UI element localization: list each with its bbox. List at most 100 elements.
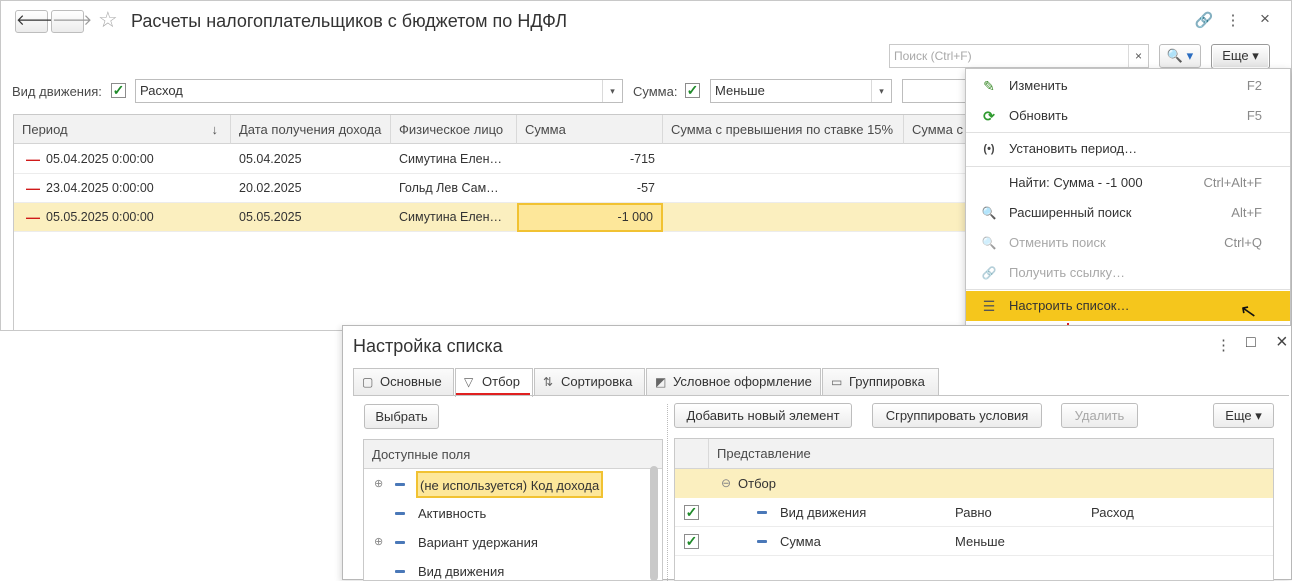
filter-row[interactable]: ✓ Вид движения Равно Расход (675, 498, 1273, 527)
tab-label: Основные (380, 374, 442, 389)
filter-icon: ▽ (464, 375, 474, 389)
filter-operator[interactable]: Меньше (955, 527, 1005, 556)
field-label: Активность (418, 506, 487, 521)
tab-sort[interactable]: ⇅ Сортировка (534, 368, 645, 395)
fields-scrollbar[interactable] (650, 466, 658, 581)
chevron-down-icon[interactable]: ▾ (871, 80, 891, 102)
field-icon (395, 570, 405, 573)
sum-value-field[interactable] (902, 79, 972, 103)
cell-period: 05.04.2025 0:00:00 (46, 152, 154, 166)
sort-descending-icon: ↓ (211, 122, 219, 137)
link-icon[interactable]: 🔗 (1194, 11, 1214, 29)
collapse-icon[interactable]: ⊖ (721, 469, 731, 498)
pencil-icon: ✎ (983, 78, 995, 94)
table-row[interactable]: — 05.04.2025 0:00:00 05.04.2025 Симутина… (14, 145, 1004, 174)
menu-item-shortcut: Ctrl+Q (1224, 235, 1262, 250)
document-icon: ▢ (362, 375, 374, 389)
column-header-period[interactable]: Период ↓ (14, 115, 231, 144)
presentation-column-header: Представление (717, 446, 811, 461)
menu-item-cancel-search[interactable]: 🔍 Отменить поиск Ctrl+Q (966, 228, 1290, 258)
expand-icon[interactable]: ⊕ (374, 470, 383, 499)
menu-item-set-period[interactable]: (•) Установить период… (966, 134, 1290, 164)
column-header-sum-15[interactable]: Сумма с превышения по ставке 15% (663, 115, 904, 144)
search-field[interactable]: × (889, 44, 1149, 68)
close-icon[interactable]: × (1276, 331, 1288, 354)
period-icon: (•) (983, 143, 995, 155)
pane-splitter[interactable] (667, 404, 668, 581)
column-header-person[interactable]: Физическое лицо (391, 115, 517, 144)
sum-checkbox[interactable]: ✓ (685, 83, 700, 98)
search-clear-icon[interactable]: × (1128, 45, 1148, 67)
table-row[interactable]: — 23.04.2025 0:00:00 20.02.2025 Гольд Ле… (14, 174, 1004, 203)
tab-grouping[interactable]: ▭ Группировка (822, 368, 939, 395)
filter-group-row[interactable]: ⊖ Отбор (675, 469, 1273, 498)
field-icon (757, 511, 767, 514)
tab-label: Сортировка (561, 374, 633, 389)
records-table: Период ↓ Дата получения дохода Физическо… (13, 114, 1004, 331)
cell-income-date: 05.04.2025 (239, 152, 302, 166)
menu-item-shortcut: F2 (1246, 78, 1262, 93)
menu-item-label: Изменить (1009, 78, 1068, 93)
add-element-button[interactable]: Добавить новый элемент (674, 403, 852, 428)
menu-item-shortcut: Ctrl+Alt+F (1203, 175, 1262, 190)
favorite-star-icon[interactable]: ☆ (98, 7, 118, 33)
tab-label: Условное оформление (673, 374, 812, 389)
tab-conditional-format[interactable]: ◩ Условное оформление (646, 368, 821, 395)
select-button[interactable]: Выбрать (364, 404, 439, 429)
chevron-down-icon[interactable]: ▾ (602, 80, 622, 102)
search-button[interactable]: 🔍 ▾ (1159, 44, 1201, 68)
back-button[interactable]: 🡐 (15, 10, 56, 33)
menu-divider (966, 166, 1290, 167)
more-button[interactable]: Еще ▾ (1211, 44, 1270, 69)
tab-label: Группировка (849, 374, 925, 389)
column-header-income-date[interactable]: Дата получения дохода (231, 115, 391, 144)
menu-divider (966, 289, 1290, 290)
sum-label: Сумма: (633, 84, 678, 99)
available-fields-header: Доступные поля (364, 440, 662, 469)
column-header-sum[interactable]: Сумма (517, 115, 663, 144)
search-input[interactable] (890, 45, 1125, 67)
list-item[interactable]: Активность (364, 499, 654, 528)
movement-type-checkbox[interactable]: ✓ (111, 83, 126, 98)
menu-item-refresh[interactable]: ⟳ Обновить F5 (966, 101, 1290, 131)
menu-item-shortcut: F5 (1246, 108, 1262, 123)
filter-field: Вид движения (780, 505, 867, 520)
list-item[interactable]: ⊕ Вариант удержания (364, 528, 654, 557)
delete-button[interactable]: Удалить (1061, 403, 1138, 428)
maximize-icon[interactable]: □ (1246, 334, 1256, 352)
movement-type-select[interactable]: Расход ▾ (135, 79, 623, 103)
more-button[interactable]: Еще ▾ (1213, 403, 1274, 428)
kebab-menu-icon[interactable]: ⋮ (1216, 336, 1231, 354)
menu-item-get-link[interactable]: 🔗 Получить ссылку… (966, 258, 1290, 288)
cell-person: Симутина Елен… (399, 210, 503, 224)
filter-operator[interactable]: Равно (955, 498, 992, 527)
menu-item-label: Установить период… (1009, 141, 1138, 156)
filter-row-checkbox[interactable]: ✓ (684, 505, 699, 520)
list-item[interactable]: Вид движения (364, 557, 654, 580)
field-icon (395, 483, 405, 486)
menu-item-find[interactable]: Найти: Сумма - -1 000 Ctrl+Alt+F (966, 168, 1290, 198)
expand-icon[interactable]: ⊕ (374, 528, 383, 557)
group-conditions-button[interactable]: Сгруппировать условия (872, 403, 1042, 428)
filter-row[interactable]: ✓ Сумма Меньше (675, 527, 1273, 556)
cell-sum-active[interactable]: -1 000 (517, 203, 663, 232)
sort-icon: ⇅ (543, 375, 554, 389)
forward-arrow-icon: 🡒 (52, 12, 93, 29)
sum-condition-select[interactable]: Меньше ▾ (710, 79, 892, 103)
close-icon[interactable]: × (1255, 9, 1275, 29)
list-item[interactable]: ⊕ (не используется) Код дохода (364, 470, 654, 499)
cell-person: Гольд Лев Сам… (399, 181, 499, 195)
menu-item-advanced-search[interactable]: 🔍 Расширенный поиск Alt+F (966, 198, 1290, 228)
menu-item-edit[interactable]: ✎ Изменить F2 (966, 71, 1290, 101)
menu-item-label: Настроить список… (1009, 298, 1130, 313)
cell-income-date: 20.02.2025 (239, 181, 302, 195)
tab-main[interactable]: ▢ Основные (353, 368, 454, 395)
forward-button[interactable]: 🡒 (51, 10, 92, 33)
field-icon (395, 512, 405, 515)
menu-item-label: Найти: Сумма - -1 000 (1009, 175, 1143, 190)
filter-row-checkbox[interactable]: ✓ (684, 534, 699, 549)
filter-value[interactable]: Расход (1091, 498, 1134, 527)
table-row-selected[interactable]: — 05.05.2025 0:00:00 05.05.2025 Симутина… (14, 203, 1004, 232)
menu-divider (966, 132, 1290, 133)
kebab-menu-icon[interactable]: ⋮ (1223, 11, 1243, 29)
